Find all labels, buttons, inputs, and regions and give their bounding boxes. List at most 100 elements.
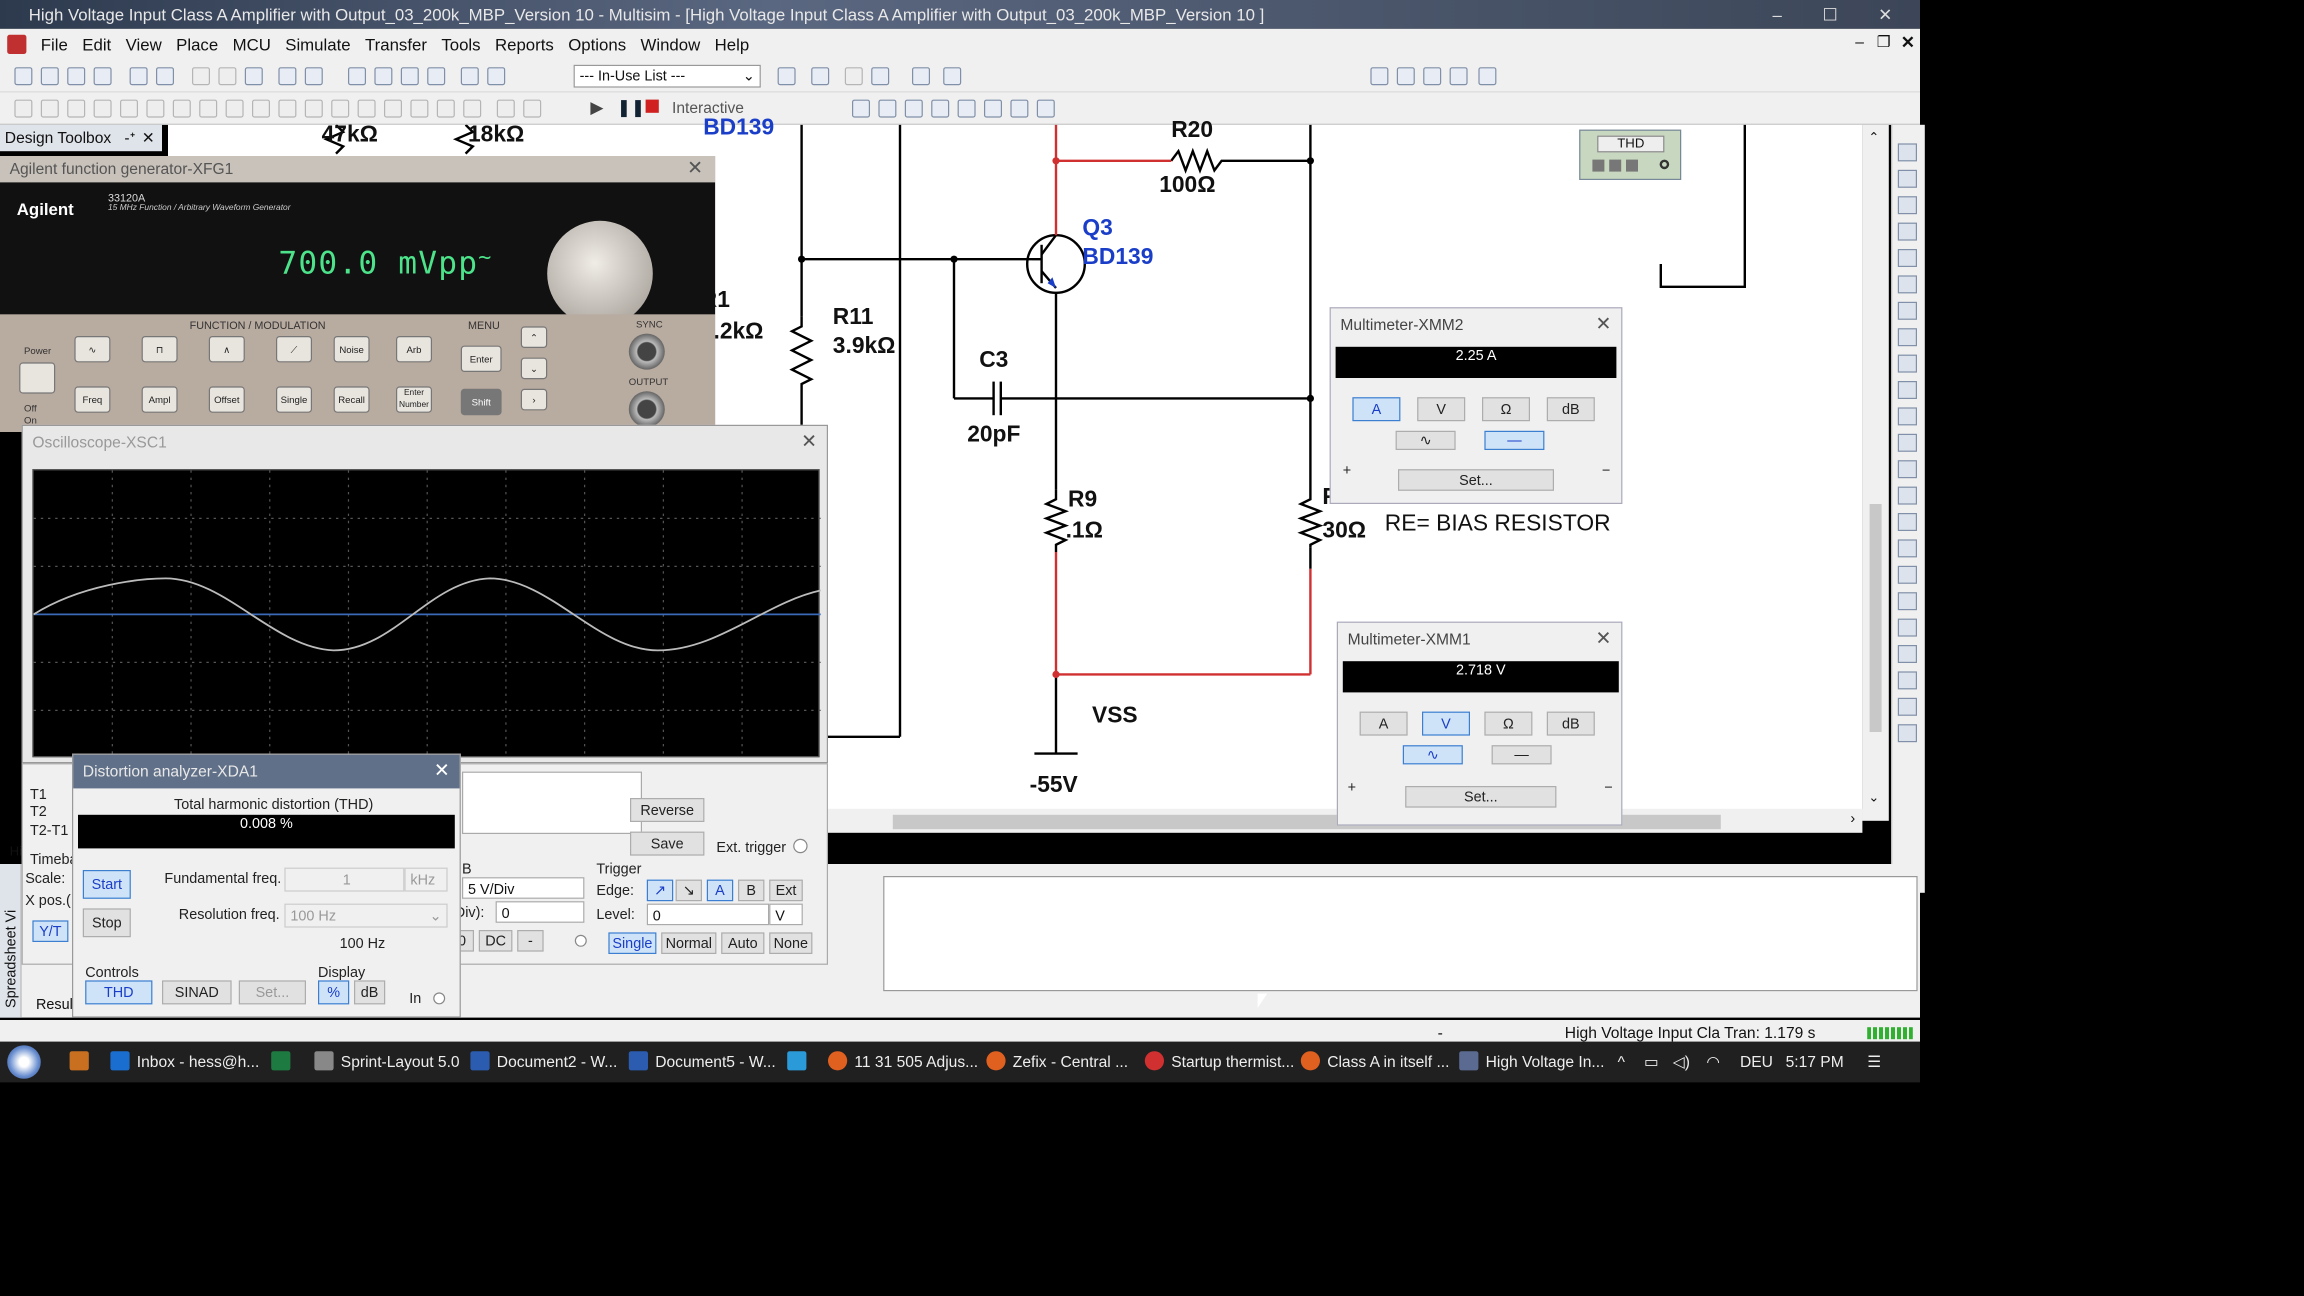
osc-mode-auto-button[interactable]: Auto — [721, 932, 765, 955]
dist-in-terminal[interactable] — [433, 992, 446, 1005]
dist-fund-field[interactable]: 1 — [284, 867, 405, 892]
xmm1-volt-button[interactable]: V — [1422, 711, 1470, 736]
spreadsheet-side-label[interactable]: Spreadsheet Vi — [2, 910, 19, 1008]
osc-b-dash-button[interactable]: - — [517, 930, 544, 952]
tray-chevron-up-icon[interactable]: ^ — [1618, 1042, 1625, 1083]
erc-icon[interactable] — [777, 67, 796, 86]
doc-close-icon[interactable]: ✕ — [1901, 32, 1915, 52]
menu-place[interactable]: Place — [171, 35, 227, 54]
maximize-icon[interactable]: ☐ — [1817, 2, 1843, 26]
zoom-out-icon[interactable] — [1396, 67, 1415, 86]
fgen-square-button[interactable]: ⊓ — [141, 336, 178, 363]
component-misc-icon[interactable] — [304, 99, 323, 118]
results-tab[interactable]: Result — [36, 996, 77, 1013]
osc-ext-trigger-terminal[interactable] — [793, 838, 808, 854]
osc-level-field[interactable]: 0 — [646, 903, 770, 926]
paste-icon[interactable] — [244, 67, 263, 86]
taskbar-ie-icon[interactable] — [787, 1042, 813, 1083]
dist-fund-unit[interactable]: kHz — [404, 867, 448, 892]
fullscreen-icon[interactable] — [1478, 67, 1497, 86]
fgen-power-button[interactable] — [19, 362, 56, 394]
component-misc-digital-icon[interactable] — [199, 99, 218, 118]
close-toolbox-icon[interactable]: ✕ — [142, 125, 155, 151]
pin-icon[interactable]: -ᐩ — [124, 125, 135, 151]
osc-screen[interactable] — [32, 469, 821, 759]
spreadsheet-grid[interactable] — [883, 876, 1918, 992]
dist-start-button[interactable]: Start — [82, 870, 131, 899]
new-icon[interactable] — [14, 67, 33, 86]
instrument-icons[interactable] — [1892, 134, 1926, 758]
fgen-triangle-button[interactable]: ∧ — [208, 336, 245, 363]
xmm1-ohm-button[interactable]: Ω — [1484, 711, 1533, 736]
instrument-counter-icon[interactable] — [1010, 99, 1029, 118]
osc-reverse-button[interactable]: Reverse — [630, 798, 705, 823]
menu-view[interactable]: View — [121, 35, 172, 54]
thd-instrument-block[interactable]: THD — [1579, 129, 1682, 180]
function-generator-window[interactable]: Agilent function generator-XFG1 ✕ Agilen… — [0, 156, 716, 433]
fgen-enter-number-button[interactable]: Enter Number — [396, 386, 433, 413]
scroll-down-icon[interactable]: ⌄ — [1868, 790, 1879, 805]
osc-edge-falling-button[interactable]: ↘ — [675, 879, 702, 902]
osc-trig-a-button[interactable]: A — [706, 879, 734, 902]
xmm1-ac-button[interactable]: ∿ — [1402, 745, 1463, 765]
fgen-sync-connector[interactable] — [628, 333, 665, 370]
menu-simulate[interactable]: Simulate — [280, 35, 360, 54]
menu-window[interactable]: Window — [636, 35, 710, 54]
menu-mcu[interactable]: MCU — [228, 35, 281, 54]
fgen-output-connector[interactable] — [628, 391, 665, 428]
menu-reports[interactable]: Reports — [490, 35, 563, 54]
osc-b-pos-field[interactable]: 0 — [495, 901, 585, 923]
instrument-4ch-oscilloscope-icon[interactable] — [957, 99, 976, 118]
xmm2-amp-button[interactable]: A — [1352, 397, 1401, 422]
component-electromech-icon[interactable] — [384, 99, 403, 118]
osc-close-icon[interactable]: ✕ — [801, 426, 817, 460]
fgen-sine-button[interactable]: ∿ — [74, 336, 111, 363]
fgen-offset-button[interactable]: Offset — [208, 386, 245, 413]
component-rf-icon[interactable] — [357, 99, 376, 118]
open-icon[interactable] — [40, 67, 59, 86]
toggle-fullscreen-icon[interactable] — [348, 67, 366, 86]
xmm2-volt-button[interactable]: V — [1417, 397, 1466, 422]
menu-transfer[interactable]: Transfer — [360, 35, 436, 54]
q3-name[interactable]: Q3 — [1082, 216, 1112, 242]
component-basic-icon[interactable] — [40, 99, 59, 118]
r9-name[interactable]: R9 — [1068, 487, 1097, 513]
dist-set-button[interactable]: Set... — [238, 980, 306, 1005]
component-transistor-icon[interactable] — [93, 99, 112, 118]
scroll-right-icon[interactable]: › — [1850, 810, 1855, 827]
taskbar-item-firefox2[interactable]: Zefix - Central ... — [986, 1042, 1128, 1083]
osc-edge-rising-button[interactable]: ↗ — [646, 879, 674, 902]
taskbar-item-word2[interactable]: Document2 - W... — [470, 1042, 617, 1083]
forward-annotate-icon[interactable] — [844, 67, 863, 86]
component-wizard-icon[interactable] — [487, 67, 506, 86]
fgen-ramp-button[interactable]: ⟋ — [276, 336, 312, 363]
minimize-icon[interactable]: – — [1764, 2, 1790, 26]
transfer-icon[interactable] — [871, 67, 890, 86]
print-preview-icon[interactable] — [156, 67, 174, 86]
notifications-icon[interactable]: ☰ — [1867, 1042, 1881, 1083]
component-cmos-icon[interactable] — [172, 99, 191, 118]
doc-minimize-icon[interactable]: – — [1855, 32, 1864, 50]
fgen-recall-button[interactable]: Recall — [333, 386, 370, 413]
menu-tools[interactable]: Tools — [437, 35, 491, 54]
fgen-freq-button[interactable]: Freq — [74, 386, 111, 413]
multimeter-xmm1-window[interactable]: Multimeter-XMM1 ✕ 2.718 V A V Ω dB ∿ — +… — [1336, 621, 1623, 826]
osc-save-button[interactable]: Save — [630, 831, 705, 856]
osc-mode-none-button[interactable]: None — [769, 932, 813, 955]
component-ttl-icon[interactable] — [146, 99, 165, 118]
in-use-list-select[interactable]: --- In-Use List --- ⌄ — [573, 64, 761, 88]
dist-percent-button[interactable]: % — [318, 980, 350, 1005]
xmm1-set-button[interactable]: Set... — [1405, 786, 1557, 808]
menu-options[interactable]: Options — [563, 35, 635, 54]
dist-close-icon[interactable]: ✕ — [434, 755, 450, 789]
hierarchical-block-icon[interactable] — [436, 99, 455, 118]
distortion-analyzer-window[interactable]: Distortion analyzer-XDA1 ✕ Total harmoni… — [72, 753, 461, 1018]
dist-thd-button[interactable]: THD — [85, 980, 153, 1005]
fgen-down-icon[interactable]: ⌄ — [520, 357, 548, 380]
osc-b-terminal[interactable] — [574, 934, 587, 947]
print-icon[interactable] — [129, 67, 148, 86]
scroll-up-icon[interactable]: ⌃ — [1868, 130, 1879, 145]
xmm2-close-icon[interactable]: ✕ — [1596, 308, 1612, 342]
taskbar-item-outlook[interactable]: Inbox - hess@h... — [110, 1042, 259, 1083]
probe-settings-icon[interactable] — [523, 99, 542, 118]
